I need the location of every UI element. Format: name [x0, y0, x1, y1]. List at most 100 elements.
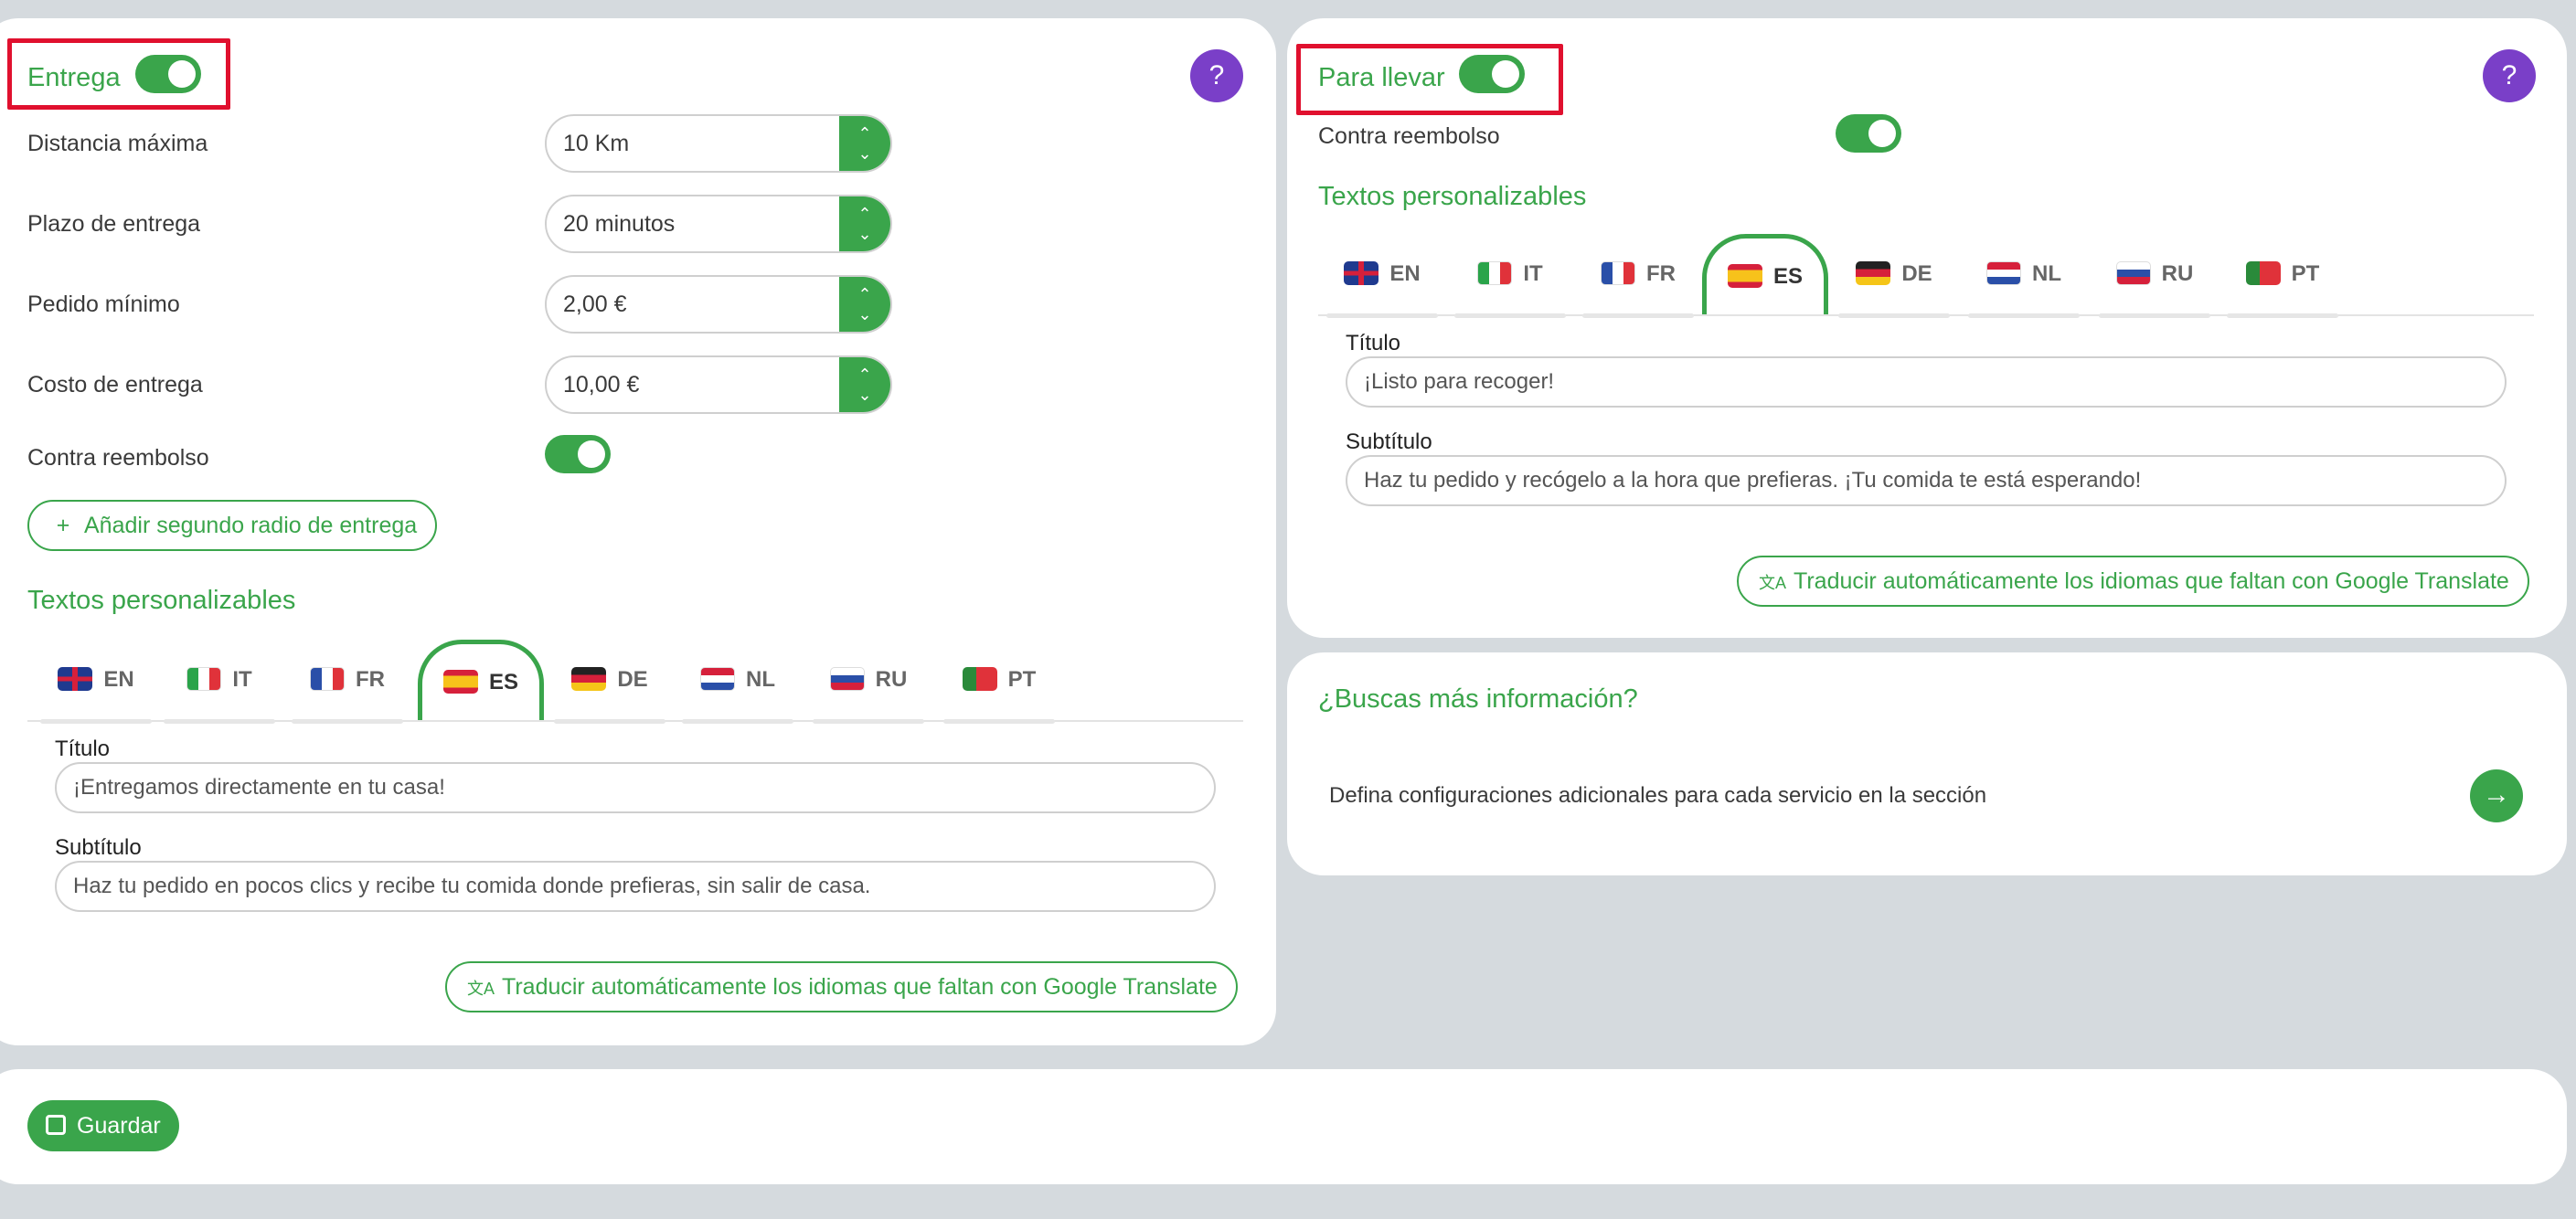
flag-netherlands-icon	[700, 666, 735, 691]
info-text: Defina configuraciones adicionales para …	[1329, 783, 1987, 808]
delivery-cost-label: Costo de entrega	[27, 372, 203, 398]
takeaway-tab-es[interactable]: ES	[1702, 234, 1828, 314]
max-distance-stepper-buttons[interactable]: ⌃ ⌄	[839, 116, 890, 171]
flag-spain-icon	[442, 669, 478, 694]
delivery-tab-ru[interactable]: RU	[809, 640, 928, 724]
takeaway-tab-en[interactable]: EN	[1323, 234, 1442, 318]
delivery-tab-fr[interactable]: FR	[288, 640, 407, 724]
add-delivery-radius-button[interactable]: + Añadir segundo radio de entrega	[27, 500, 438, 551]
tab-label: FR	[356, 667, 385, 692]
delivery-cost-value: 10,00 €	[563, 372, 640, 398]
takeaway-subtitle-label: Subtítulo	[1346, 429, 1432, 454]
flag-france-icon	[310, 666, 345, 691]
takeaway-title: Para llevar	[1318, 63, 1445, 92]
delivery-tab-de[interactable]: DE	[550, 640, 669, 724]
chevron-down-icon[interactable]: ⌄	[839, 306, 890, 323]
tab-label: PT	[2291, 261, 2320, 286]
delivery-tab-it[interactable]: IT	[160, 640, 279, 724]
min-order-stepper-buttons[interactable]: ⌃ ⌄	[839, 277, 890, 332]
delivery-tab-pt[interactable]: PT	[940, 640, 1059, 724]
save-icon	[46, 1115, 66, 1136]
flag-portugal-icon	[962, 666, 997, 691]
takeaway-title-label: Título	[1346, 331, 1401, 355]
delivery-time-stepper[interactable]: 20 minutos ⌃ ⌄	[545, 195, 892, 253]
chevron-down-icon[interactable]: ⌄	[839, 387, 890, 403]
takeaway-tab-de[interactable]: DE	[1835, 234, 1953, 318]
flag-germany-icon	[571, 666, 607, 691]
takeaway-toggle[interactable]	[1459, 55, 1525, 93]
delivery-title-label: Título	[55, 737, 111, 761]
max-distance-stepper[interactable]: 10 Km ⌃ ⌄	[545, 114, 892, 173]
flag-italy-icon	[186, 666, 222, 691]
min-order-stepper[interactable]: 2,00 € ⌃ ⌄	[545, 275, 892, 334]
min-order-label: Pedido mínimo	[27, 292, 180, 317]
delivery-texts-title: Textos personalizables	[27, 586, 296, 615]
takeaway-translate-button[interactable]: 文A Traducir automáticamente los idiomas q…	[1737, 556, 2529, 607]
delivery-title-input[interactable]: ¡Entregamos directamente en tu casa!	[55, 762, 1216, 813]
save-bar: Guardar	[0, 1069, 2567, 1184]
delivery-help-button[interactable]: ?	[1190, 49, 1243, 102]
delivery-cost-stepper[interactable]: 10,00 € ⌃ ⌄	[545, 355, 892, 414]
delivery-tab-en[interactable]: EN	[37, 640, 155, 724]
info-card: ¿Buscas más información? Defina configur…	[1287, 652, 2567, 875]
takeaway-language-tabs: EN IT FR ES DE NL RU PT	[1318, 234, 2534, 318]
takeaway-cod-label: Contra reembolso	[1318, 123, 1500, 149]
tab-label: IT	[232, 667, 252, 692]
max-distance-label: Distancia máxima	[27, 131, 208, 156]
info-title: ¿Buscas más información?	[1318, 684, 1638, 714]
takeaway-tab-it[interactable]: IT	[1451, 234, 1570, 318]
delivery-tab-es[interactable]: ES	[418, 640, 544, 720]
tab-label: DE	[1901, 261, 1932, 286]
flag-portugal-icon	[2245, 260, 2281, 285]
delivery-time-label: Plazo de entrega	[27, 211, 201, 237]
flag-spain-icon	[1727, 263, 1762, 288]
delivery-translate-button[interactable]: 文A Traducir automáticamente los idiomas q…	[445, 961, 1238, 1012]
takeaway-tab-fr[interactable]: FR	[1579, 234, 1698, 318]
flag-italy-icon	[1477, 260, 1513, 285]
chevron-down-icon[interactable]: ⌄	[839, 145, 890, 162]
save-button[interactable]: Guardar	[27, 1100, 179, 1151]
chevron-up-icon[interactable]: ⌃	[839, 125, 890, 142]
save-label: Guardar	[77, 1113, 161, 1139]
arrow-right-icon[interactable]: →	[2470, 769, 2523, 822]
takeaway-help-button[interactable]: ?	[2483, 49, 2536, 102]
delivery-language-tabs: EN IT FR ES DE NL RU PT	[27, 640, 1243, 724]
delivery-time-stepper-buttons[interactable]: ⌃ ⌄	[839, 196, 890, 251]
flag-netherlands-icon	[1986, 260, 2021, 285]
tab-label: RU	[2161, 261, 2194, 286]
delivery-subtitle-label: Subtítulo	[55, 835, 142, 860]
delivery-translate-label: Traducir automáticamente los idiomas que…	[502, 974, 1218, 1000]
plus-icon: +	[56, 513, 70, 538]
takeaway-tab-pt[interactable]: PT	[2223, 234, 2342, 318]
takeaway-texts-title: Textos personalizables	[1318, 182, 1587, 211]
tab-label: FR	[1646, 261, 1676, 286]
delivery-tab-nl[interactable]: NL	[678, 640, 797, 724]
takeaway-cod-toggle[interactable]	[1836, 114, 1901, 153]
tab-label: EN	[103, 667, 134, 692]
delivery-cost-stepper-buttons[interactable]: ⌃ ⌄	[839, 357, 890, 412]
delivery-cod-toggle[interactable]	[545, 435, 611, 473]
delivery-title: Entrega	[27, 63, 121, 92]
takeaway-tab-ru[interactable]: RU	[2095, 234, 2214, 318]
tab-label: NL	[2032, 261, 2061, 286]
chevron-up-icon[interactable]: ⌃	[839, 366, 890, 383]
chevron-down-icon[interactable]: ⌄	[839, 226, 890, 242]
tab-label: DE	[617, 667, 648, 692]
takeaway-title-input[interactable]: ¡Listo para recoger!	[1346, 356, 2507, 408]
flag-germany-icon	[1856, 260, 1891, 285]
flag-france-icon	[1601, 260, 1635, 285]
translate-icon: 文A	[1758, 574, 1786, 592]
chevron-up-icon[interactable]: ⌃	[839, 206, 890, 222]
tab-label: NL	[746, 667, 775, 692]
chevron-up-icon[interactable]: ⌃	[839, 286, 890, 302]
delivery-toggle[interactable]	[135, 55, 201, 93]
takeaway-subtitle-input[interactable]: Haz tu pedido y recógelo a la hora que p…	[1346, 455, 2507, 506]
takeaway-tab-nl[interactable]: NL	[1964, 234, 2083, 318]
delivery-subtitle-input[interactable]: Haz tu pedido en pocos clics y recibe tu…	[55, 861, 1216, 912]
tab-label: RU	[875, 667, 908, 692]
takeaway-translate-label: Traducir automáticamente los idiomas que…	[1794, 568, 2509, 594]
flag-russia-icon	[829, 666, 865, 691]
tab-label: PT	[1007, 667, 1037, 692]
tab-label: EN	[1389, 261, 1421, 286]
tab-label: IT	[1523, 261, 1543, 286]
